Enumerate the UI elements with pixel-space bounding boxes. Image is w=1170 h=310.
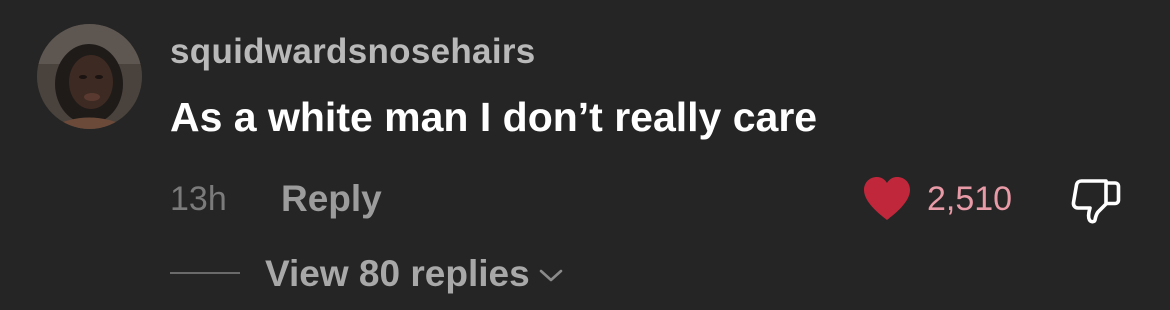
dislike-button[interactable] bbox=[1070, 176, 1122, 224]
like-count: 2,510 bbox=[927, 180, 1013, 218]
view-replies-label: View 80 replies bbox=[265, 253, 530, 294]
replies-divider bbox=[170, 272, 240, 274]
comment-text: As a white man I don’t really care bbox=[170, 94, 818, 140]
comment-username[interactable]: squidwardsnosehairs bbox=[170, 28, 536, 76]
chevron-down-icon bbox=[539, 269, 562, 282]
like-button[interactable] bbox=[862, 176, 912, 222]
avatar-image bbox=[37, 24, 142, 129]
reply-button[interactable]: Reply bbox=[281, 174, 382, 224]
avatar[interactable] bbox=[37, 24, 142, 129]
heart-icon bbox=[864, 177, 910, 220]
thumbs-down-icon bbox=[1071, 179, 1121, 224]
comment-timestamp: 13h bbox=[170, 180, 227, 218]
comment-item: squidwardsnosehairs As a white man I don… bbox=[0, 0, 1170, 310]
view-replies-button[interactable]: View 80 replies bbox=[265, 248, 564, 300]
